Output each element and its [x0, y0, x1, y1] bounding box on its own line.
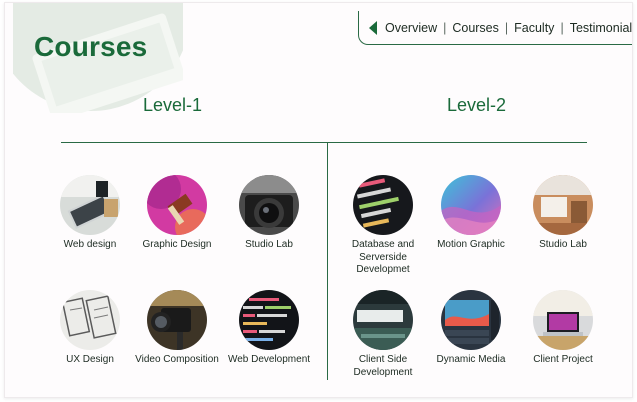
prev-arrow-icon[interactable]: [369, 20, 377, 35]
course-label: Client Side Development: [353, 354, 413, 378]
video-camera-photo-icon: [147, 290, 207, 350]
camera-photo-icon: [239, 175, 299, 235]
desk-wood-photo-icon: [533, 175, 593, 235]
nav-separator: |: [560, 20, 564, 35]
course-label: Studio Lab: [245, 239, 293, 250]
course-label: Database and Serverside Developmet: [351, 239, 415, 275]
course-label: Video Composition: [135, 354, 219, 365]
course-web-design[interactable]: Web design: [40, 175, 140, 252]
course-client-side-development[interactable]: Client Side Development: [333, 290, 433, 379]
course-label: Studio Lab: [539, 239, 587, 250]
course-label: Graphic Design: [142, 239, 212, 250]
top-navigation: Overview | Courses | Faculty | Testimoni…: [358, 11, 632, 45]
course-graphic-design[interactable]: Graphic Design: [127, 175, 227, 252]
course-motion-graphic[interactable]: Motion Graphic: [421, 175, 521, 252]
laptop-desk-photo-icon: [60, 175, 120, 235]
html-code-photo-icon: [239, 290, 299, 350]
course-client-project[interactable]: Client Project: [513, 290, 613, 367]
course-label: Dynamic Media: [436, 354, 506, 365]
content-panel: Courses Overview | Courses | Faculty | T…: [4, 2, 633, 398]
level-2-heading: Level-2: [447, 95, 507, 115]
course-label: Web design: [63, 239, 117, 250]
nav-courses[interactable]: Courses: [452, 21, 499, 35]
page: Courses Overview | Courses | Faculty | T…: [0, 0, 637, 402]
laptop-desk-photo-icon: [533, 290, 593, 350]
course-label: Client Project: [533, 354, 593, 365]
nav-separator: |: [443, 20, 447, 35]
course-ux-design[interactable]: UX Design: [40, 290, 140, 367]
course-label: UX Design: [66, 354, 114, 365]
level-1-heading: Level-1: [143, 95, 203, 115]
paintbrush-photo-icon: [147, 175, 207, 235]
course-studio-lab[interactable]: Studio Lab: [219, 175, 319, 252]
course-studio-lab-2[interactable]: Studio Lab: [513, 175, 613, 252]
course-database-serverside[interactable]: Database and Serverside Developmet: [333, 175, 433, 277]
nav-faculty[interactable]: Faculty: [514, 21, 554, 35]
course-label: Web Development: [227, 354, 311, 365]
nav-overview[interactable]: Overview: [385, 21, 437, 35]
client-ui-photo-icon: [353, 290, 413, 350]
page-title: Courses: [34, 31, 148, 62]
vertical-divider: [327, 142, 328, 380]
wireframe-sketch-photo-icon: [60, 290, 120, 350]
php-code-photo-icon: [353, 175, 413, 235]
gradient-waves-photo-icon: [441, 175, 501, 235]
course-web-development[interactable]: Web Development: [219, 290, 319, 367]
nav-separator: |: [504, 20, 509, 35]
course-dynamic-media[interactable]: Dynamic Media: [421, 290, 521, 367]
course-video-composition[interactable]: Video Composition: [127, 290, 227, 367]
editing-screen-photo-icon: [441, 290, 501, 350]
course-label: Motion Graphic: [437, 239, 505, 250]
horizontal-divider: [61, 142, 587, 143]
nav-testimonials[interactable]: Testimonials: [570, 21, 632, 35]
